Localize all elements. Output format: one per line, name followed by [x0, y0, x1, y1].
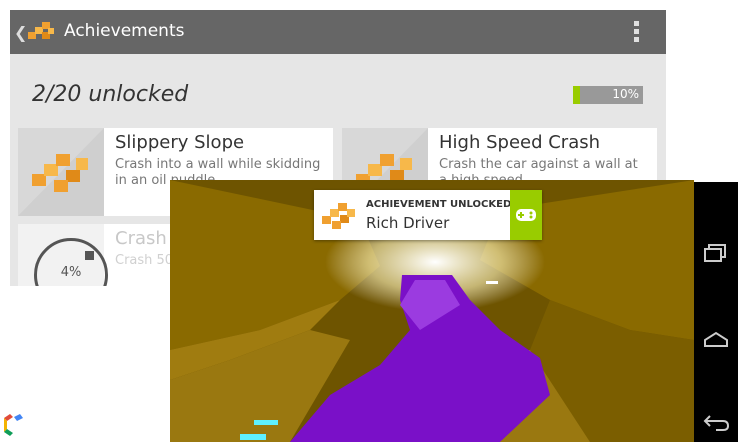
unlocked-count: 2/20 unlocked — [32, 82, 189, 107]
gamepad-icon — [516, 209, 536, 221]
toast-achievement-name: Rich Driver — [366, 214, 450, 232]
google-developers-logo-icon — [4, 414, 23, 436]
system-nav-bar — [694, 182, 738, 442]
home-icon[interactable] — [700, 328, 732, 352]
overflow-menu-icon[interactable] — [634, 21, 640, 43]
games-badge — [510, 190, 542, 240]
overall-progress-label: 10% — [612, 87, 639, 101]
overall-progress-bar: 10% — [573, 86, 643, 104]
achievement-title: High Speed Crash — [439, 132, 601, 153]
overall-progress-fill — [573, 86, 580, 104]
achievement-title: Crash — [115, 228, 167, 249]
cube-cluster-icon — [322, 203, 355, 229]
achievement-title: Slippery Slope — [115, 132, 245, 153]
achievement-progress-label: 4% — [60, 265, 82, 280]
back-icon[interactable] — [700, 410, 732, 434]
action-bar: ❮ Achievements — [10, 10, 666, 54]
recent-apps-icon[interactable] — [700, 240, 732, 264]
progress-ring-marker — [85, 251, 94, 260]
toast-header: ACHIEVEMENT UNLOCKED — [366, 199, 512, 210]
cube-cluster-icon — [18, 128, 104, 216]
achievement-toast[interactable]: ACHIEVEMENT UNLOCKED Rich Driver — [314, 190, 542, 240]
page-title: Achievements — [64, 21, 185, 41]
cube-cluster-logo-icon[interactable] — [26, 18, 56, 46]
